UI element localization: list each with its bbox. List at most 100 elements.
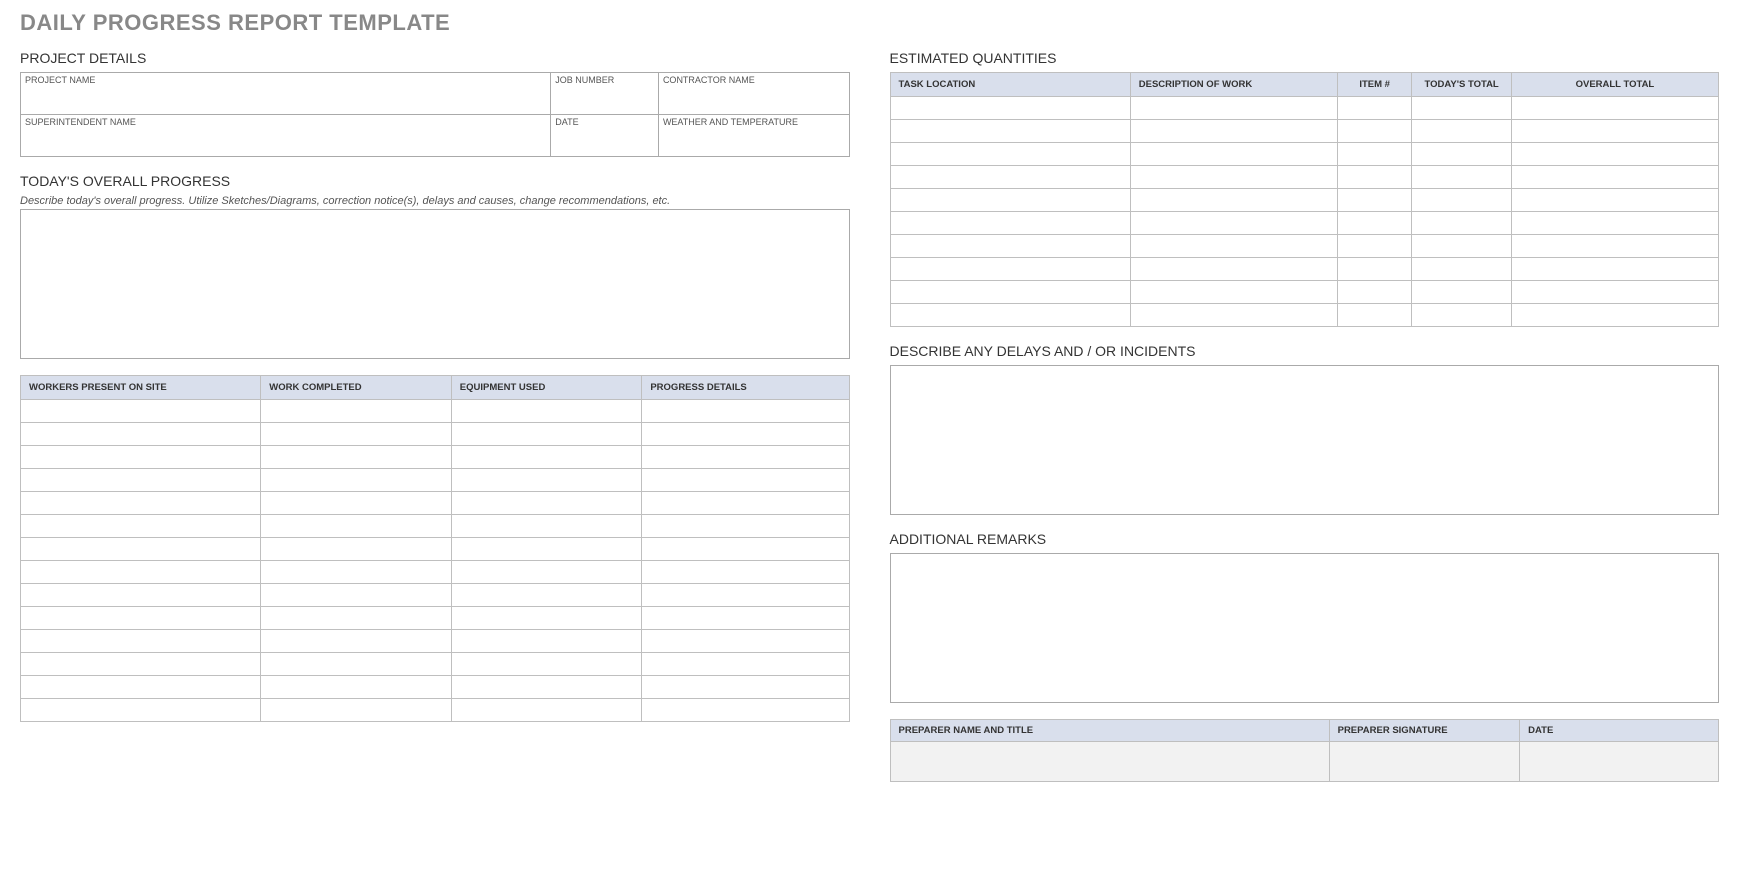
table-cell[interactable] [1412,281,1511,304]
table-cell[interactable] [21,561,261,584]
table-cell[interactable] [642,653,849,676]
table-cell[interactable] [890,212,1130,235]
table-cell[interactable] [642,469,849,492]
table-cell[interactable] [890,97,1130,120]
table-cell[interactable] [21,446,261,469]
table-cell[interactable] [21,676,261,699]
table-cell[interactable] [1511,258,1718,281]
table-cell[interactable] [1412,166,1511,189]
table-cell[interactable] [1130,166,1337,189]
table-cell[interactable] [451,699,642,722]
table-cell[interactable] [1412,120,1511,143]
field-job-number[interactable] [551,86,658,114]
table-cell[interactable] [21,423,261,446]
field-superintendent-name[interactable] [21,128,550,156]
table-cell[interactable] [261,538,452,561]
table-cell[interactable] [890,189,1130,212]
table-cell[interactable] [642,699,849,722]
table-cell[interactable] [261,400,452,423]
field-project-name[interactable] [21,86,550,114]
table-cell[interactable] [1511,189,1718,212]
table-cell[interactable] [451,584,642,607]
table-cell[interactable] [1337,212,1412,235]
table-cell[interactable] [451,492,642,515]
table-cell[interactable] [642,515,849,538]
table-cell[interactable] [1412,258,1511,281]
table-cell[interactable] [1511,281,1718,304]
table-cell[interactable] [890,281,1130,304]
table-cell[interactable] [890,235,1130,258]
table-cell[interactable] [21,699,261,722]
table-cell[interactable] [642,423,849,446]
table-cell[interactable] [451,469,642,492]
table-cell[interactable] [21,538,261,561]
table-cell[interactable] [261,584,452,607]
table-cell[interactable] [451,653,642,676]
table-cell[interactable] [642,676,849,699]
field-date[interactable] [551,128,658,156]
table-cell[interactable] [1412,235,1511,258]
field-remarks[interactable] [890,553,1720,703]
table-cell[interactable] [21,492,261,515]
table-cell[interactable] [1511,166,1718,189]
table-cell[interactable] [1337,235,1412,258]
table-cell[interactable] [1412,189,1511,212]
table-cell[interactable] [890,304,1130,327]
table-cell[interactable] [261,515,452,538]
table-cell[interactable] [1511,304,1718,327]
table-cell[interactable] [1130,258,1337,281]
table-cell[interactable] [1412,143,1511,166]
table-cell[interactable] [890,166,1130,189]
table-cell[interactable] [1511,120,1718,143]
field-delays[interactable] [890,365,1720,515]
table-cell[interactable] [1511,212,1718,235]
table-cell[interactable] [1412,304,1511,327]
table-cell[interactable] [1130,235,1337,258]
table-cell[interactable] [21,653,261,676]
table-cell[interactable] [451,515,642,538]
table-cell[interactable] [1511,143,1718,166]
table-cell[interactable] [451,446,642,469]
table-cell[interactable] [21,584,261,607]
table-cell[interactable] [21,607,261,630]
table-cell[interactable] [1511,235,1718,258]
table-cell[interactable] [642,538,849,561]
table-cell[interactable] [21,515,261,538]
table-cell[interactable] [261,423,452,446]
table-cell[interactable] [261,676,452,699]
table-cell[interactable] [642,446,849,469]
table-cell[interactable] [261,630,452,653]
table-cell[interactable] [642,607,849,630]
table-cell[interactable] [1337,166,1412,189]
table-cell[interactable] [1412,212,1511,235]
table-cell[interactable] [890,143,1130,166]
signature-cell[interactable] [1329,742,1520,782]
table-cell[interactable] [1337,120,1412,143]
table-cell[interactable] [261,446,452,469]
table-cell[interactable] [1337,304,1412,327]
field-weather[interactable] [659,128,849,156]
table-cell[interactable] [890,258,1130,281]
table-cell[interactable] [451,676,642,699]
table-cell[interactable] [1511,97,1718,120]
table-cell[interactable] [1130,143,1337,166]
table-cell[interactable] [21,400,261,423]
table-cell[interactable] [1337,97,1412,120]
table-cell[interactable] [261,699,452,722]
table-cell[interactable] [642,630,849,653]
table-cell[interactable] [1337,281,1412,304]
signature-cell[interactable] [890,742,1329,782]
table-cell[interactable] [642,492,849,515]
field-contractor-name[interactable] [659,86,849,114]
table-cell[interactable] [1130,189,1337,212]
table-cell[interactable] [21,630,261,653]
table-cell[interactable] [261,607,452,630]
table-cell[interactable] [451,423,642,446]
table-cell[interactable] [261,653,452,676]
table-cell[interactable] [1130,97,1337,120]
field-overall-progress[interactable] [20,209,850,359]
table-cell[interactable] [1337,258,1412,281]
table-cell[interactable] [1337,189,1412,212]
table-cell[interactable] [890,120,1130,143]
table-cell[interactable] [451,607,642,630]
